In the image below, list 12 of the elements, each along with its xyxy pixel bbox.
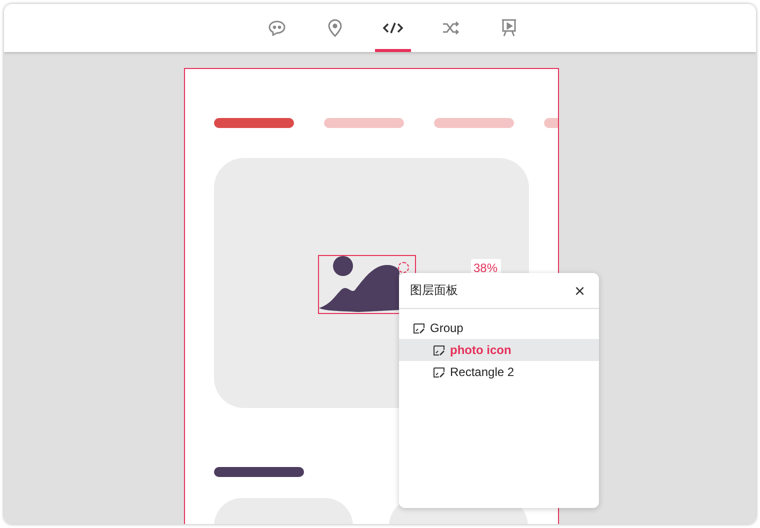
chat-bubble-icon [268, 20, 286, 36]
panel-title: 图层面板 [410, 282, 458, 299]
image-icon [413, 322, 425, 334]
close-button[interactable]: × [572, 282, 587, 300]
presentation-icon [501, 19, 517, 37]
code-icon [383, 22, 403, 34]
layer-item[interactable]: Group [399, 317, 599, 339]
map-pin-icon [328, 19, 342, 37]
image-icon [433, 344, 445, 356]
shuffle-icon [442, 21, 460, 35]
layer-item[interactable]: Rectangle 2 [399, 361, 599, 383]
image-icon [433, 366, 445, 378]
